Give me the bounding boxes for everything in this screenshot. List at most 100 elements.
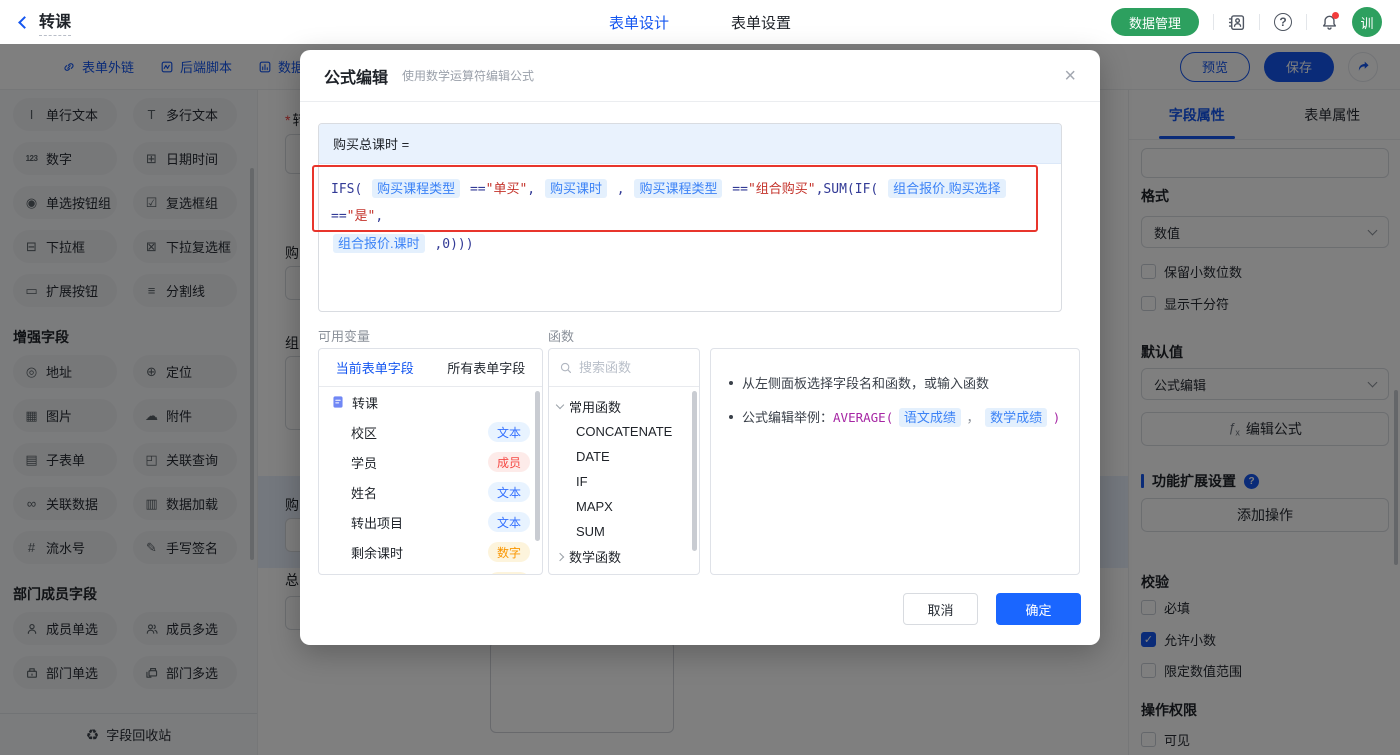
code-token: == (331, 209, 347, 224)
fn-group-label: 数学函数 (569, 550, 622, 565)
code-token: IFS( (331, 182, 371, 197)
variables-label: 可用变量 (318, 329, 371, 344)
var-name: 转出项目 (351, 515, 404, 531)
field-token: 购买课程类型 (372, 179, 461, 198)
cancel-button[interactable]: 取消 (903, 593, 978, 625)
formula-editor-modal: 公式编辑 使用数学运算符编辑公式 × 购买总课时 = IFS( 购买课程类型 =… (300, 50, 1100, 645)
back-chevron-icon (18, 15, 31, 29)
formula-target: 购买总课时 = (319, 124, 1061, 164)
field-type-badge: 文本 (488, 422, 530, 442)
chevron-down-icon (555, 400, 565, 410)
example-field-chip: 数学成绩 (985, 408, 1048, 427)
fn-item-CONCATENATE[interactable]: CONCATENATE (549, 419, 699, 444)
back-button[interactable] (18, 15, 31, 29)
field-type-badge: 文本 (488, 512, 530, 532)
formula-editor: 购买总课时 = IFS( 购买课程类型 =="单买", 购买课时 , 购买课程类… (318, 123, 1062, 312)
notification-bell-icon[interactable] (1321, 11, 1339, 31)
formula-code-input[interactable]: IFS( 购买课程类型 =="单买", 购买课时 , 购买课程类型 =="组合购… (319, 164, 1061, 269)
fn-item-SUM[interactable]: SUM (549, 519, 699, 544)
var-row-校区[interactable]: 校区 文本 (319, 417, 542, 447)
modal-title: 公式编辑 (324, 69, 389, 87)
bullet-dot (729, 415, 733, 419)
example-separator: ， (966, 410, 980, 425)
functions-label: 函数 (548, 329, 575, 344)
code-token: , (375, 209, 384, 224)
fn-group-label: 常用函数 (569, 400, 622, 415)
var-name: 剩余课时 (351, 545, 404, 561)
divider (1306, 14, 1307, 30)
help-panel: 从左侧面板选择字段名和函数，或输入函数 公式编辑举例：AVERAGE( 语文成绩… (710, 348, 1080, 575)
example-function: AVERAGE( (833, 410, 894, 425)
page-title[interactable]: 转课 (39, 8, 72, 36)
var-row-剩余费用[interactable]: 剩余费用 数字 (319, 567, 542, 575)
field-token: 购买课程类型 (634, 179, 723, 198)
field-type-badge: 文本 (488, 482, 530, 502)
var-row-转出项目[interactable]: 转出项目 文本 (319, 507, 542, 537)
help-line2: 公式编辑举例：AVERAGE( 语文成绩 ， 数学成绩 ) (742, 401, 1060, 435)
tab-form-settings[interactable]: 表单设置 (731, 12, 791, 33)
formula-line: IFS( 购买课程类型 =="单买", 购买课时 , 购买课程类型 =="组合购… (331, 175, 1049, 230)
help-icon[interactable]: ? (1274, 13, 1292, 31)
string-token: "单买" (485, 182, 528, 197)
string-token: "是" (346, 209, 376, 224)
confirm-button[interactable]: 确定 (996, 593, 1081, 625)
code-token: ,0))) (426, 237, 474, 252)
var-row-学员[interactable]: 学员 成员 (319, 447, 542, 477)
fn-item-DATE[interactable]: DATE (549, 444, 699, 469)
code-token: ,SUM(IF( (815, 182, 887, 197)
avatar[interactable]: 训 (1352, 7, 1382, 37)
bullet-dot (729, 381, 733, 385)
fn-item-MAPX[interactable]: MAPX (549, 494, 699, 519)
fn-group-label: 文本函数 (569, 572, 621, 574)
code-token: == (462, 182, 486, 197)
field-type-badge: 数字 (488, 572, 530, 574)
var-name: 学员 (351, 455, 378, 471)
code-token: , (527, 182, 543, 197)
close-icon[interactable]: × (1064, 66, 1076, 86)
data-manage-button[interactable]: 数据管理 (1110, 8, 1199, 36)
divider (1213, 14, 1214, 30)
example-suffix: ) (1052, 410, 1061, 425)
fn-item-IF[interactable]: IF (549, 469, 699, 494)
fn-group-常用函数[interactable]: 常用函数 (549, 394, 699, 419)
modal-subtitle: 使用数学运算符编辑公式 (402, 69, 535, 83)
form-node[interactable]: 转课 (319, 387, 542, 417)
field-type-badge: 数字 (488, 542, 530, 562)
form-node-label: 转课 (352, 395, 379, 411)
search-icon (559, 361, 573, 375)
tab-all-form-fields[interactable]: 所有表单字段 (431, 349, 543, 386)
example-prefix: 公式编辑举例： (742, 410, 834, 425)
help-line1: 从左侧面板选择字段名和函数，或输入函数 (742, 376, 990, 391)
tab-current-form-fields[interactable]: 当前表单字段 (319, 349, 431, 386)
string-token: "组合购买" (747, 182, 816, 197)
functions-scrollbar[interactable] (692, 391, 697, 551)
fn-group-文本函数[interactable]: 文本函数 (549, 569, 699, 574)
functions-panel: 常用函数 CONCATENATEDATEIFMAPXSUM 数学函数文本函数 (548, 348, 700, 575)
field-type-badge: 成员 (488, 452, 530, 472)
form-doc-icon (331, 395, 345, 409)
formula-line: 组合报价.课时 ,0))) (331, 230, 1049, 258)
var-row-姓名[interactable]: 姓名 文本 (319, 477, 542, 507)
function-search[interactable] (549, 349, 699, 387)
example-field-chip: 语文成绩 (898, 408, 961, 427)
tab-form-design[interactable]: 表单设计 (609, 12, 669, 33)
divider (1259, 14, 1260, 30)
var-name: 剩余费用 (331, 573, 403, 575)
field-token: 购买课时 (544, 179, 607, 198)
fn-group-数学函数[interactable]: 数学函数 (549, 544, 699, 569)
field-token: 组合报价.课时 (333, 234, 425, 253)
chevron-right-icon (555, 552, 565, 561)
topbar-tabs: 表单设计 表单设置 (609, 12, 791, 33)
var-name: 姓名 (351, 485, 378, 501)
notification-dot (1332, 11, 1339, 19)
contacts-icon[interactable] (1228, 14, 1245, 31)
var-name: 校区 (351, 425, 378, 441)
function-search-input[interactable] (579, 360, 669, 375)
code-token: == (724, 182, 748, 197)
code-token: , (608, 182, 633, 197)
var-row-剩余课时[interactable]: 剩余课时 数字 (319, 537, 542, 567)
variables-scrollbar[interactable] (535, 391, 540, 541)
topbar: 转课 表单设计 表单设置 数据管理 ? 训 (0, 0, 1400, 44)
field-token: 组合报价.购买选择 (888, 179, 1006, 198)
variables-panel: 当前表单字段 所有表单字段 转课 校区 文本 学员 成员 姓名 文本 转出项目 文本 剩余课时数… (318, 348, 543, 575)
